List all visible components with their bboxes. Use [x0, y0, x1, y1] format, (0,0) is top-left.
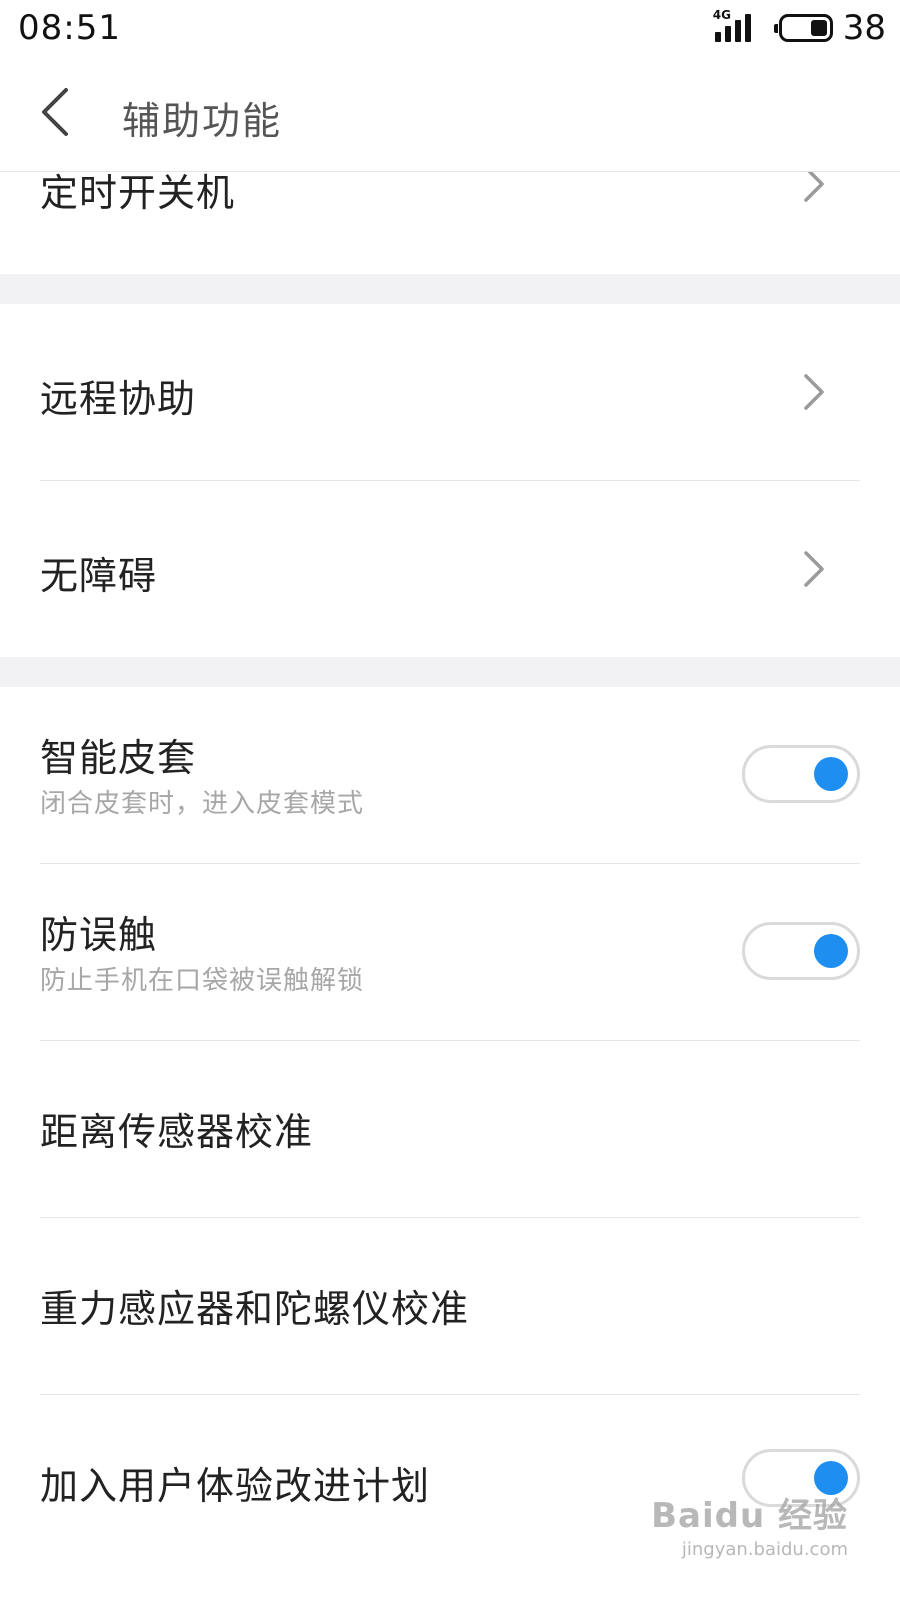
status-time: 08:51: [18, 8, 121, 48]
watermark: Baidu 经验 jingyan.baidu.com: [651, 1488, 848, 1560]
app-bar: 辅助功能: [0, 56, 900, 172]
chevron-right-icon: [804, 172, 824, 202]
battery-percent: 38: [842, 8, 886, 48]
list-item-smart-cover[interactable]: 智能皮套 闭合皮套时，进入皮套模式: [0, 687, 900, 863]
list-item-accessibility[interactable]: 无障碍: [0, 481, 900, 657]
chevron-right-icon: [804, 551, 824, 587]
anti-mistouch-toggle[interactable]: [742, 922, 860, 980]
section-divider: [0, 657, 900, 687]
item-title: 远程协助: [40, 377, 197, 421]
list-item-proximity-calibration[interactable]: 距离传感器校准: [0, 1041, 900, 1217]
item-title: 重力感应器和陀螺仪校准: [40, 1287, 470, 1331]
page-title: 辅助功能: [122, 99, 283, 143]
chevron-right-icon: [804, 374, 824, 410]
watermark-url: jingyan.baidu.com: [681, 1539, 848, 1560]
toggle-knob: [814, 757, 848, 791]
battery-level-fill: [810, 20, 827, 36]
network-type-label: 4G: [712, 8, 731, 22]
item-title: 距离传感器校准: [40, 1110, 314, 1154]
item-title: 定时开关机: [40, 172, 236, 215]
smart-cover-toggle[interactable]: [742, 745, 860, 803]
status-bar: 08:51 4G 38: [0, 0, 900, 56]
item-title: 无障碍: [40, 554, 158, 598]
chevron-left-icon: [42, 88, 68, 136]
status-indicators: 4G 38: [713, 8, 886, 48]
item-subtitle: 防止手机在口袋被误触解锁: [40, 966, 365, 996]
watermark-logo: Baidu 经验: [651, 1496, 848, 1536]
back-button[interactable]: [28, 80, 88, 144]
settings-list: 定时开关机 远程协助 无障碍 智能皮套 闭合皮套时，进入皮套模式 防误触 防止手…: [0, 172, 900, 1600]
list-item-gyro-calibration[interactable]: 重力感应器和陀螺仪校准: [0, 1218, 900, 1394]
battery-icon: [773, 14, 833, 42]
signal-icon: 4G: [712, 8, 759, 46]
item-title: 智能皮套: [40, 736, 197, 780]
toggle-knob: [814, 934, 848, 968]
item-title: 加入用户体验改进计划: [40, 1464, 431, 1508]
list-item-anti-mistouch[interactable]: 防误触 防止手机在口袋被误触解锁: [0, 864, 900, 1040]
item-subtitle: 闭合皮套时，进入皮套模式: [40, 789, 365, 819]
item-title: 防误触: [40, 913, 158, 957]
list-item-remote-assist[interactable]: 远程协助: [0, 304, 900, 480]
list-item-scheduled-power[interactable]: 定时开关机: [0, 172, 900, 274]
section-divider: [0, 274, 900, 304]
